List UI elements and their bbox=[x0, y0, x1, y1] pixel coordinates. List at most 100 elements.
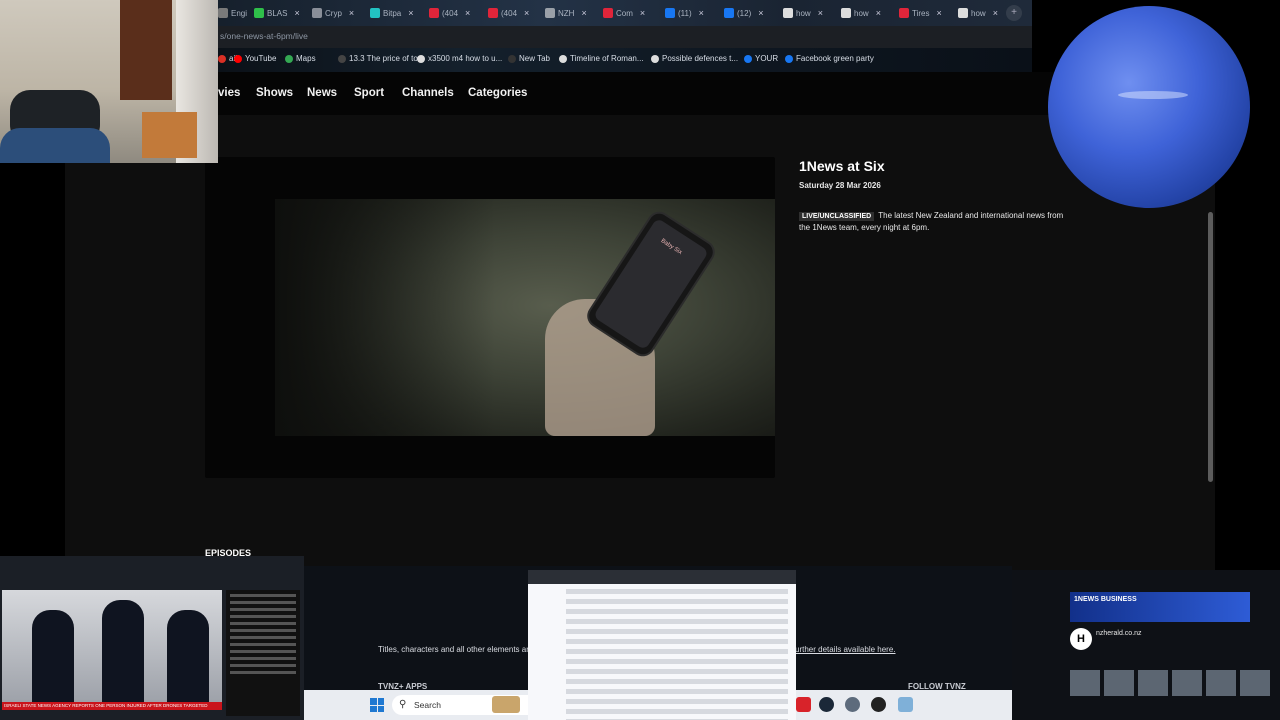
tab-favicon-icon bbox=[958, 8, 968, 18]
windows-start-icon[interactable] bbox=[370, 698, 384, 712]
browser-tab[interactable]: (404 × bbox=[429, 3, 470, 23]
tab-favicon-icon bbox=[254, 8, 264, 18]
tab-close-icon[interactable]: × bbox=[936, 8, 941, 18]
browser-tab[interactable]: how × bbox=[841, 3, 881, 23]
bookmark-item[interactable]: x3500 m4 how to u... bbox=[417, 54, 502, 63]
browser-tab[interactable]: (11) × bbox=[665, 3, 704, 23]
tab-close-icon[interactable]: × bbox=[876, 8, 881, 18]
bookmark-favicon-icon bbox=[285, 54, 293, 63]
bookmark-label: x3500 m4 how to u... bbox=[428, 54, 503, 63]
tab-close-icon[interactable]: × bbox=[294, 8, 299, 18]
bookmark-favicon-icon bbox=[744, 54, 752, 63]
nav-item-categories[interactable]: Categories bbox=[468, 87, 527, 99]
tab-close-icon[interactable]: × bbox=[349, 8, 354, 18]
bookmark-item[interactable]: YOUR bbox=[744, 54, 778, 63]
bookmark-favicon-icon bbox=[218, 54, 226, 63]
settings-gear-icon[interactable] bbox=[845, 697, 860, 712]
browser-tab[interactable]: NZH × bbox=[545, 3, 587, 23]
tab-favicon-icon bbox=[841, 8, 851, 18]
tab-close-icon[interactable]: × bbox=[758, 8, 763, 18]
tab-close-icon[interactable]: × bbox=[408, 8, 413, 18]
bookmark-item[interactable]: Maps bbox=[285, 54, 316, 63]
app-icon-dark[interactable] bbox=[871, 697, 886, 712]
browser-tab[interactable]: BLAS × bbox=[254, 3, 300, 23]
bookmark-item[interactable]: YouTube bbox=[234, 54, 276, 63]
tab-label: (404 bbox=[501, 8, 518, 18]
tvnz-page: vies Shows News Sport Channels Categorie… bbox=[65, 72, 1215, 572]
email-window-thumbnail bbox=[528, 570, 796, 720]
browser-tab[interactable]: Com × bbox=[603, 3, 645, 23]
steam-icon[interactable] bbox=[819, 697, 834, 712]
tab-label: how bbox=[796, 8, 811, 18]
bookmark-item[interactable]: Possible defences t... bbox=[651, 54, 738, 63]
tab-favicon-icon bbox=[603, 8, 613, 18]
bookmarks-bar: ail YouTube Maps 13.3 The price of to... x35… bbox=[218, 48, 1032, 72]
nav-item-movies[interactable]: vies bbox=[218, 87, 240, 99]
tab-close-icon[interactable]: × bbox=[524, 8, 529, 18]
video-player[interactable]: Baby Six bbox=[205, 157, 775, 478]
webcam-chair bbox=[0, 128, 110, 163]
footer-details-link[interactable]: urther details available here. bbox=[795, 645, 896, 654]
video-shadow bbox=[275, 199, 495, 436]
browser-tab[interactable]: how × bbox=[783, 3, 823, 23]
nzh-logo-icon: H bbox=[1070, 628, 1092, 650]
tab-close-icon[interactable]: × bbox=[699, 8, 704, 18]
scrollbar-thumb[interactable] bbox=[1208, 212, 1213, 482]
bookmark-item[interactable]: New Tab bbox=[508, 54, 550, 63]
tab-favicon-icon bbox=[218, 8, 228, 18]
email-window-header bbox=[528, 570, 796, 584]
taskbar-search-label: Search bbox=[414, 700, 441, 710]
classification-badge: LIVE/UNCLASSIFIED bbox=[799, 212, 875, 221]
browser-tab[interactable]: Bitpa × bbox=[370, 3, 414, 23]
browser-tab[interactable]: (404 × bbox=[488, 3, 529, 23]
tab-close-icon[interactable]: × bbox=[818, 8, 823, 18]
app-icon-red[interactable] bbox=[796, 697, 811, 712]
news-video bbox=[2, 590, 222, 710]
tab-close-icon[interactable]: × bbox=[993, 8, 998, 18]
tab-label: Cryp bbox=[325, 8, 342, 18]
nav-item-shows[interactable]: Shows bbox=[256, 87, 293, 99]
nzh-site-name: nzherald.co.nz bbox=[1096, 630, 1142, 637]
new-tab-button[interactable]: + bbox=[1006, 5, 1022, 21]
bookmark-label: YouTube bbox=[245, 54, 277, 63]
news-person bbox=[167, 610, 209, 710]
tab-favicon-icon bbox=[312, 8, 322, 18]
nav-item-news[interactable]: News bbox=[307, 87, 337, 99]
search-icon: ⚲ bbox=[399, 699, 407, 710]
bookmark-label: New Tab bbox=[519, 54, 550, 63]
tab-favicon-icon bbox=[429, 8, 439, 18]
browser-tab[interactable]: how × bbox=[958, 3, 998, 23]
tab-label: how bbox=[854, 8, 869, 18]
tab-close-icon[interactable]: × bbox=[581, 8, 586, 18]
url-text: s/one-news-at-6pm/live bbox=[220, 31, 308, 41]
bookmark-label: 13.3 The price of to... bbox=[349, 54, 425, 63]
browser-tab[interactable]: Cryp × bbox=[312, 3, 354, 23]
bookmark-label: Possible defences t... bbox=[662, 54, 739, 63]
news-stream-thumbnail: ISRAELI STATE NEWS AGENCY REPORTS ONE PE… bbox=[0, 556, 304, 720]
bookmark-item[interactable]: Facebook green party bbox=[785, 54, 874, 63]
planet-overlay bbox=[1048, 6, 1250, 208]
tab-close-icon[interactable]: × bbox=[465, 8, 470, 18]
news-ticker: ISRAELI STATE NEWS AGENCY REPORTS ONE PE… bbox=[2, 702, 222, 710]
weather-widget-icon[interactable] bbox=[492, 696, 520, 713]
tab-favicon-icon bbox=[724, 8, 734, 18]
bookmark-item[interactable]: 13.3 The price of to... bbox=[338, 54, 424, 63]
video-frame[interactable]: Baby Six bbox=[275, 199, 775, 436]
bookmark-favicon-icon bbox=[785, 54, 793, 63]
planet-band bbox=[1118, 91, 1188, 99]
bookmark-favicon-icon bbox=[417, 54, 425, 63]
browser-tab[interactable]: (12) × bbox=[724, 3, 764, 23]
bookmark-label: Facebook green party bbox=[796, 54, 874, 63]
nav-item-channels[interactable]: Channels bbox=[402, 87, 454, 99]
address-bar[interactable]: s/one-news-at-6pm/live bbox=[218, 26, 1032, 48]
browser-tab[interactable]: Tires × bbox=[899, 3, 942, 23]
tab-close-icon[interactable]: × bbox=[640, 8, 645, 18]
webcam-box bbox=[142, 112, 197, 158]
tab-favicon-icon bbox=[665, 8, 675, 18]
bookmark-favicon-icon bbox=[651, 54, 659, 63]
bookmark-favicon-icon bbox=[338, 54, 346, 63]
app-icon-window[interactable] bbox=[898, 697, 913, 712]
tab-label: Bitpa bbox=[383, 8, 402, 18]
bookmark-item[interactable]: Timeline of Roman... bbox=[559, 54, 644, 63]
nav-item-sport[interactable]: Sport bbox=[354, 87, 384, 99]
